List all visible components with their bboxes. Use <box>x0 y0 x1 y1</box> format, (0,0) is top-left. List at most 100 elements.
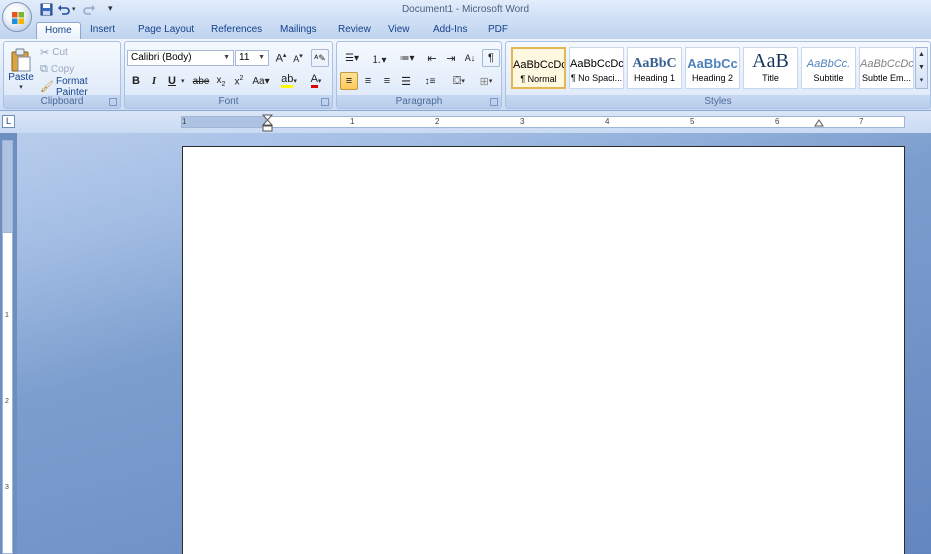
clipboard-launcher-icon[interactable] <box>109 98 117 106</box>
bullets-button[interactable]: ☰▾ <box>340 49 364 67</box>
style-title[interactable]: AaB Title <box>743 47 798 89</box>
grow-font-button[interactable]: A▴ <box>273 49 289 67</box>
customize-quick-access-icon[interactable]: ▾ <box>108 3 113 14</box>
save-icon[interactable] <box>39 2 54 17</box>
style-subtitle[interactable]: AaBbCc. Subtitle <box>801 47 856 89</box>
line-spacing-icon: ↕≡ <box>424 75 436 87</box>
grow-font-icon: A▴ <box>275 52 287 65</box>
paste-dropdown-icon: ▾ <box>19 83 23 91</box>
shading-icon: ⛋ <box>453 74 462 87</box>
text-highlight-button[interactable]: ab ▾ <box>278 72 300 90</box>
font-size-combo[interactable]: 11 ▼ <box>235 50 269 66</box>
right-indent-marker-icon[interactable] <box>814 118 824 127</box>
gallery-up-icon[interactable]: ▲ <box>916 48 927 61</box>
ruler-number: 1 <box>182 117 187 126</box>
show-hide-marks-button[interactable]: ¶ <box>482 49 500 67</box>
document-page[interactable] <box>182 146 905 554</box>
shrink-font-button[interactable]: A▾ <box>290 49 306 67</box>
align-center-icon: ≡ <box>364 75 372 87</box>
align-center-button[interactable]: ≡ <box>359 72 377 90</box>
gallery-more-icon[interactable]: ▾ <box>916 74 927 87</box>
style-name: ¶ No Spaci... <box>570 73 623 83</box>
redo-icon[interactable] <box>82 2 97 17</box>
undo-icon[interactable] <box>56 2 71 17</box>
tab-review[interactable]: Review <box>330 22 379 39</box>
multilevel-list-button[interactable]: ≔▾ <box>395 49 419 67</box>
format-painter-button[interactable]: 🖌 Format Painter <box>39 76 119 98</box>
tab-selector-icon[interactable]: L <box>2 115 15 128</box>
italic-button[interactable]: I <box>146 72 162 90</box>
font-color-icon: A <box>310 74 318 88</box>
cut-icon: ✂ <box>40 47 50 59</box>
align-left-button[interactable]: ≡ <box>340 72 358 90</box>
underline-dropdown-icon[interactable]: ▾ <box>181 77 185 85</box>
paragraph-group: ☰▾ ⒈▾ ≔▾ ⇤ ⇥ A↓ ¶ ≡ ≡ ≡ ☰ ↕≡ ⛋ ▾ ⊞ ▾ Parag… <box>336 41 502 109</box>
cut-button[interactable]: ✂ Cut <box>39 45 79 60</box>
multilevel-list-icon: ≔▾ <box>399 52 415 64</box>
decrease-indent-button[interactable]: ⇤ <box>423 49 441 67</box>
style-subtle-emphasis[interactable]: AaBbCcDc Subtle Em... <box>859 47 914 89</box>
tab-references[interactable]: References <box>203 22 270 39</box>
align-right-button[interactable]: ≡ <box>378 72 396 90</box>
style-heading-1[interactable]: AaBbC Heading 1 <box>627 47 682 89</box>
clear-formatting-button[interactable]: ᴬ✎ <box>311 49 329 67</box>
increase-indent-button[interactable]: ⇥ <box>442 49 460 67</box>
sort-button[interactable]: A↓ <box>461 49 479 67</box>
subscript-icon: x2 <box>216 74 226 88</box>
tab-home[interactable]: Home <box>36 22 81 39</box>
justify-button[interactable]: ☰ <box>397 72 415 90</box>
gallery-down-icon[interactable]: ▼ <box>916 61 927 74</box>
vruler-number: 3 <box>5 484 9 491</box>
style-name: Title <box>762 73 779 83</box>
tab-view[interactable]: View <box>380 22 418 39</box>
paste-button[interactable]: Paste ▾ <box>6 44 36 94</box>
tab-insert[interactable]: Insert <box>82 22 123 39</box>
font-launcher-icon[interactable] <box>321 98 329 106</box>
italic-icon: I <box>151 75 157 87</box>
tab-mailings[interactable]: Mailings <box>272 22 325 39</box>
font-group: Calibri (Body) ▼ 11 ▼ A▴ A▾ ᴬ✎ B I U ▾ a… <box>124 41 333 109</box>
strikethrough-button[interactable]: abe <box>191 72 211 90</box>
font-name-combo[interactable]: Calibri (Body) ▼ <box>127 50 234 66</box>
ruler-number: 5 <box>690 117 695 126</box>
numbering-button[interactable]: ⒈▾ <box>367 49 391 67</box>
shading-button[interactable]: ⛋ ▾ <box>447 72 471 90</box>
style-sample: AaBbCcDc <box>513 59 564 71</box>
paste-label: Paste <box>8 71 34 83</box>
paragraph-launcher-icon[interactable] <box>490 98 498 106</box>
bullets-icon: ☰▾ <box>345 52 359 64</box>
borders-button[interactable]: ⊞ ▾ <box>474 72 498 90</box>
font-color-button[interactable]: A ▾ <box>305 72 327 90</box>
style-sample: AaB <box>752 50 789 72</box>
style-no-spacing[interactable]: AaBbCcDc ¶ No Spaci... <box>569 47 624 89</box>
clear-formatting-icon: ᴬ✎ <box>314 52 326 63</box>
tab-pdf[interactable]: PDF <box>480 22 516 39</box>
underline-button[interactable]: U <box>164 72 180 90</box>
format-painter-icon: 🖌 <box>40 81 54 93</box>
change-case-button[interactable]: Aa▾ <box>250 72 272 90</box>
style-name: Subtitle <box>813 73 844 83</box>
ruler-number: 6 <box>775 117 780 126</box>
vertical-ruler-top-margin <box>2 140 13 233</box>
undo-dropdown-icon[interactable]: ▾ <box>72 5 76 13</box>
highlight-icon: ab <box>281 74 294 88</box>
ruler-number: 7 <box>859 117 864 126</box>
horizontal-ruler[interactable] <box>181 116 905 128</box>
style-normal[interactable]: AaBbCcDc ¶ Normal <box>511 47 566 89</box>
numbering-icon: ⒈▾ <box>371 54 387 66</box>
line-spacing-button[interactable]: ↕≡ <box>419 72 441 90</box>
superscript-button[interactable]: x2 <box>231 72 247 90</box>
office-button[interactable] <box>2 2 32 32</box>
subscript-button[interactable]: x2 <box>213 72 229 90</box>
indent-marker-icon[interactable] <box>262 114 273 132</box>
ruler-number: 4 <box>605 117 610 126</box>
tab-add-ins[interactable]: Add-Ins <box>425 22 475 39</box>
style-sample: AaBbCc <box>687 56 738 71</box>
decrease-indent-icon: ⇤ <box>427 52 437 65</box>
window-title: Document1 - Microsoft Word <box>401 4 530 15</box>
style-heading-2[interactable]: AaBbCc Heading 2 <box>685 47 740 89</box>
tab-page-layout[interactable]: Page Layout <box>130 22 202 39</box>
bold-button[interactable]: B <box>128 72 144 90</box>
styles-gallery-scroll[interactable]: ▲ ▼ ▾ <box>915 47 928 89</box>
strikethrough-icon: abe <box>192 75 210 87</box>
